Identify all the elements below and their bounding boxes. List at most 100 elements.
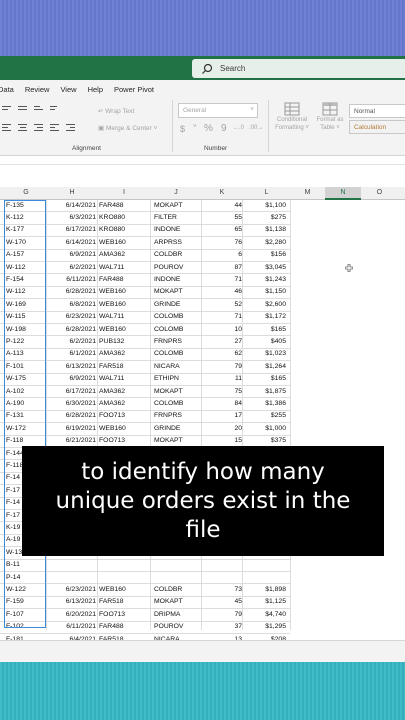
column-header-selected[interactable]: N (325, 187, 361, 200)
cell-l[interactable]: $1,125 (265, 598, 286, 605)
cell-j[interactable]: MOKAPT (154, 288, 183, 295)
cell-h[interactable]: 6/19/2021 (66, 425, 96, 432)
cell-j[interactable]: COLDBR (154, 251, 182, 258)
cell-h[interactable]: 6/30/2021 (66, 400, 96, 407)
cell-l[interactable]: $1,172 (265, 313, 286, 320)
cell-j[interactable]: FILTER (154, 214, 177, 221)
cell-j[interactable]: MOKAPT (154, 388, 183, 395)
cell-k[interactable]: 46 (234, 288, 242, 295)
cell-i[interactable]: FAR488 (99, 202, 124, 209)
cell-i[interactable]: FAR488 (99, 276, 124, 283)
cell-l[interactable]: $1,295 (265, 623, 286, 630)
cell-j[interactable]: COLOMB (154, 400, 183, 407)
cell-h[interactable]: 6/13/2021 (66, 363, 96, 370)
cell-j[interactable]: MOKAPT (154, 598, 183, 605)
cell-i[interactable]: FOO713 (99, 437, 125, 444)
cell-i[interactable]: WAL711 (99, 264, 124, 271)
cell-j[interactable]: MOKAPT (154, 437, 183, 444)
cell-l[interactable]: $3,045 (265, 264, 286, 271)
cell-l[interactable]: $1,100 (265, 202, 286, 209)
cell-j[interactable]: GRINDE (154, 425, 180, 432)
cell-l[interactable]: $1,898 (265, 586, 286, 593)
cell-j[interactable]: FRNPRS (154, 338, 182, 345)
cell-l[interactable]: $156 (271, 251, 286, 258)
style-normal[interactable]: Normal (349, 104, 405, 118)
cell-k[interactable]: 52 (234, 301, 242, 308)
cell-h[interactable]: 6/17/2021 (66, 226, 96, 233)
column-header[interactable]: H (47, 189, 97, 196)
merge-center-button[interactable]: ▣ Merge & Center ˅ (98, 124, 157, 132)
cell-k[interactable]: 27 (234, 338, 242, 345)
cell-i[interactable]: WAL711 (99, 313, 124, 320)
tab-view[interactable]: View (60, 85, 76, 94)
cell-h[interactable]: 6/8/2021 (70, 301, 96, 308)
percent-button[interactable]: % (204, 123, 213, 134)
cell-i[interactable]: AMA362 (99, 251, 125, 258)
cell-l[interactable]: $375 (271, 437, 286, 444)
column-header[interactable]: G (6, 189, 46, 196)
cell-k[interactable]: 75 (234, 388, 242, 395)
cell-h[interactable]: 6/9/2021 (70, 375, 96, 382)
cell-j[interactable]: COLOMB (154, 350, 183, 357)
column-header[interactable]: K (202, 189, 242, 196)
cell-h[interactable]: 6/28/2021 (66, 288, 96, 295)
cell-j[interactable]: COLDBR (154, 586, 182, 593)
cell-k[interactable]: 55 (234, 214, 242, 221)
cell-l[interactable]: $1,243 (265, 276, 286, 283)
cell-l[interactable]: $275 (271, 214, 286, 221)
cell-i[interactable]: FAR518 (99, 598, 124, 605)
cell-h[interactable]: 6/11/2021 (66, 623, 96, 630)
cell-h[interactable]: 6/1/2021 (70, 350, 96, 357)
cell-i[interactable]: AMA362 (99, 388, 125, 395)
cell-h[interactable]: 6/17/2021 (66, 388, 96, 395)
cell-k[interactable]: 76 (234, 239, 242, 246)
cell-k[interactable]: 73 (234, 586, 242, 593)
cell-h[interactable]: 6/2/2021 (70, 264, 96, 271)
cell-h[interactable]: 6/20/2021 (66, 611, 96, 618)
cell-k[interactable]: 15 (234, 437, 242, 444)
cell-h[interactable]: 6/3/2021 (70, 214, 96, 221)
style-calculation[interactable]: Calculation (349, 120, 405, 134)
decrease-decimal-button[interactable]: .00→ (249, 125, 263, 131)
cell-k[interactable]: 71 (234, 313, 242, 320)
align-center-icon[interactable] (18, 124, 27, 132)
cell-h[interactable]: 6/13/2021 (66, 598, 96, 605)
cell-h[interactable]: 6/28/2021 (66, 412, 96, 419)
orientation-icon[interactable] (50, 106, 59, 114)
column-header[interactable]: O (362, 189, 397, 196)
currency-button[interactable]: $ (180, 124, 185, 134)
cell-k[interactable]: 84 (234, 400, 242, 407)
cell-k[interactable]: 87 (234, 264, 242, 271)
cell-k[interactable]: 62 (234, 350, 242, 357)
cell-h[interactable]: 6/28/2021 (66, 326, 96, 333)
column-header[interactable]: L (243, 189, 290, 196)
cell-k[interactable]: 65 (234, 226, 242, 233)
tab-power-pivot[interactable]: Power Pivot (114, 85, 154, 94)
cell-k[interactable]: 79 (234, 363, 242, 370)
cell-i[interactable]: FOO713 (99, 412, 125, 419)
cell-h[interactable]: 6/21/2021 (66, 437, 96, 444)
cell-k[interactable]: 44 (234, 202, 242, 209)
cell-j[interactable]: ETHIPN (154, 375, 179, 382)
cell-h[interactable]: 6/9/2021 (70, 251, 96, 258)
cell-l[interactable]: $1,150 (265, 288, 286, 295)
cell-i[interactable]: FOO713 (99, 611, 125, 618)
cell-i[interactable]: KRO880 (99, 226, 125, 233)
conditional-formatting-button[interactable]: Conditional Formatting ˅ (272, 102, 312, 132)
cell-j[interactable]: INDONE (154, 226, 180, 233)
cell-j[interactable]: COLOMB (154, 326, 183, 333)
cell-h[interactable]: 6/14/2021 (66, 239, 96, 246)
align-bottom-icon[interactable] (34, 106, 43, 114)
cell-h[interactable]: 6/11/2021 (66, 276, 96, 283)
cell-i[interactable]: WEB160 (99, 326, 126, 333)
align-right-icon[interactable] (34, 124, 43, 132)
cell-l[interactable]: $165 (271, 326, 286, 333)
cell-l[interactable]: $1,264 (265, 363, 286, 370)
cell-h[interactable]: 6/23/2021 (66, 313, 96, 320)
number-format-select[interactable]: General ˅ (178, 103, 258, 118)
cell-i[interactable]: WEB160 (99, 288, 126, 295)
cell-j[interactable]: INDONE (154, 276, 180, 283)
align-middle-icon[interactable] (18, 106, 27, 114)
cell-i[interactable]: KRO880 (99, 214, 125, 221)
cell-k[interactable]: 10 (234, 326, 242, 333)
